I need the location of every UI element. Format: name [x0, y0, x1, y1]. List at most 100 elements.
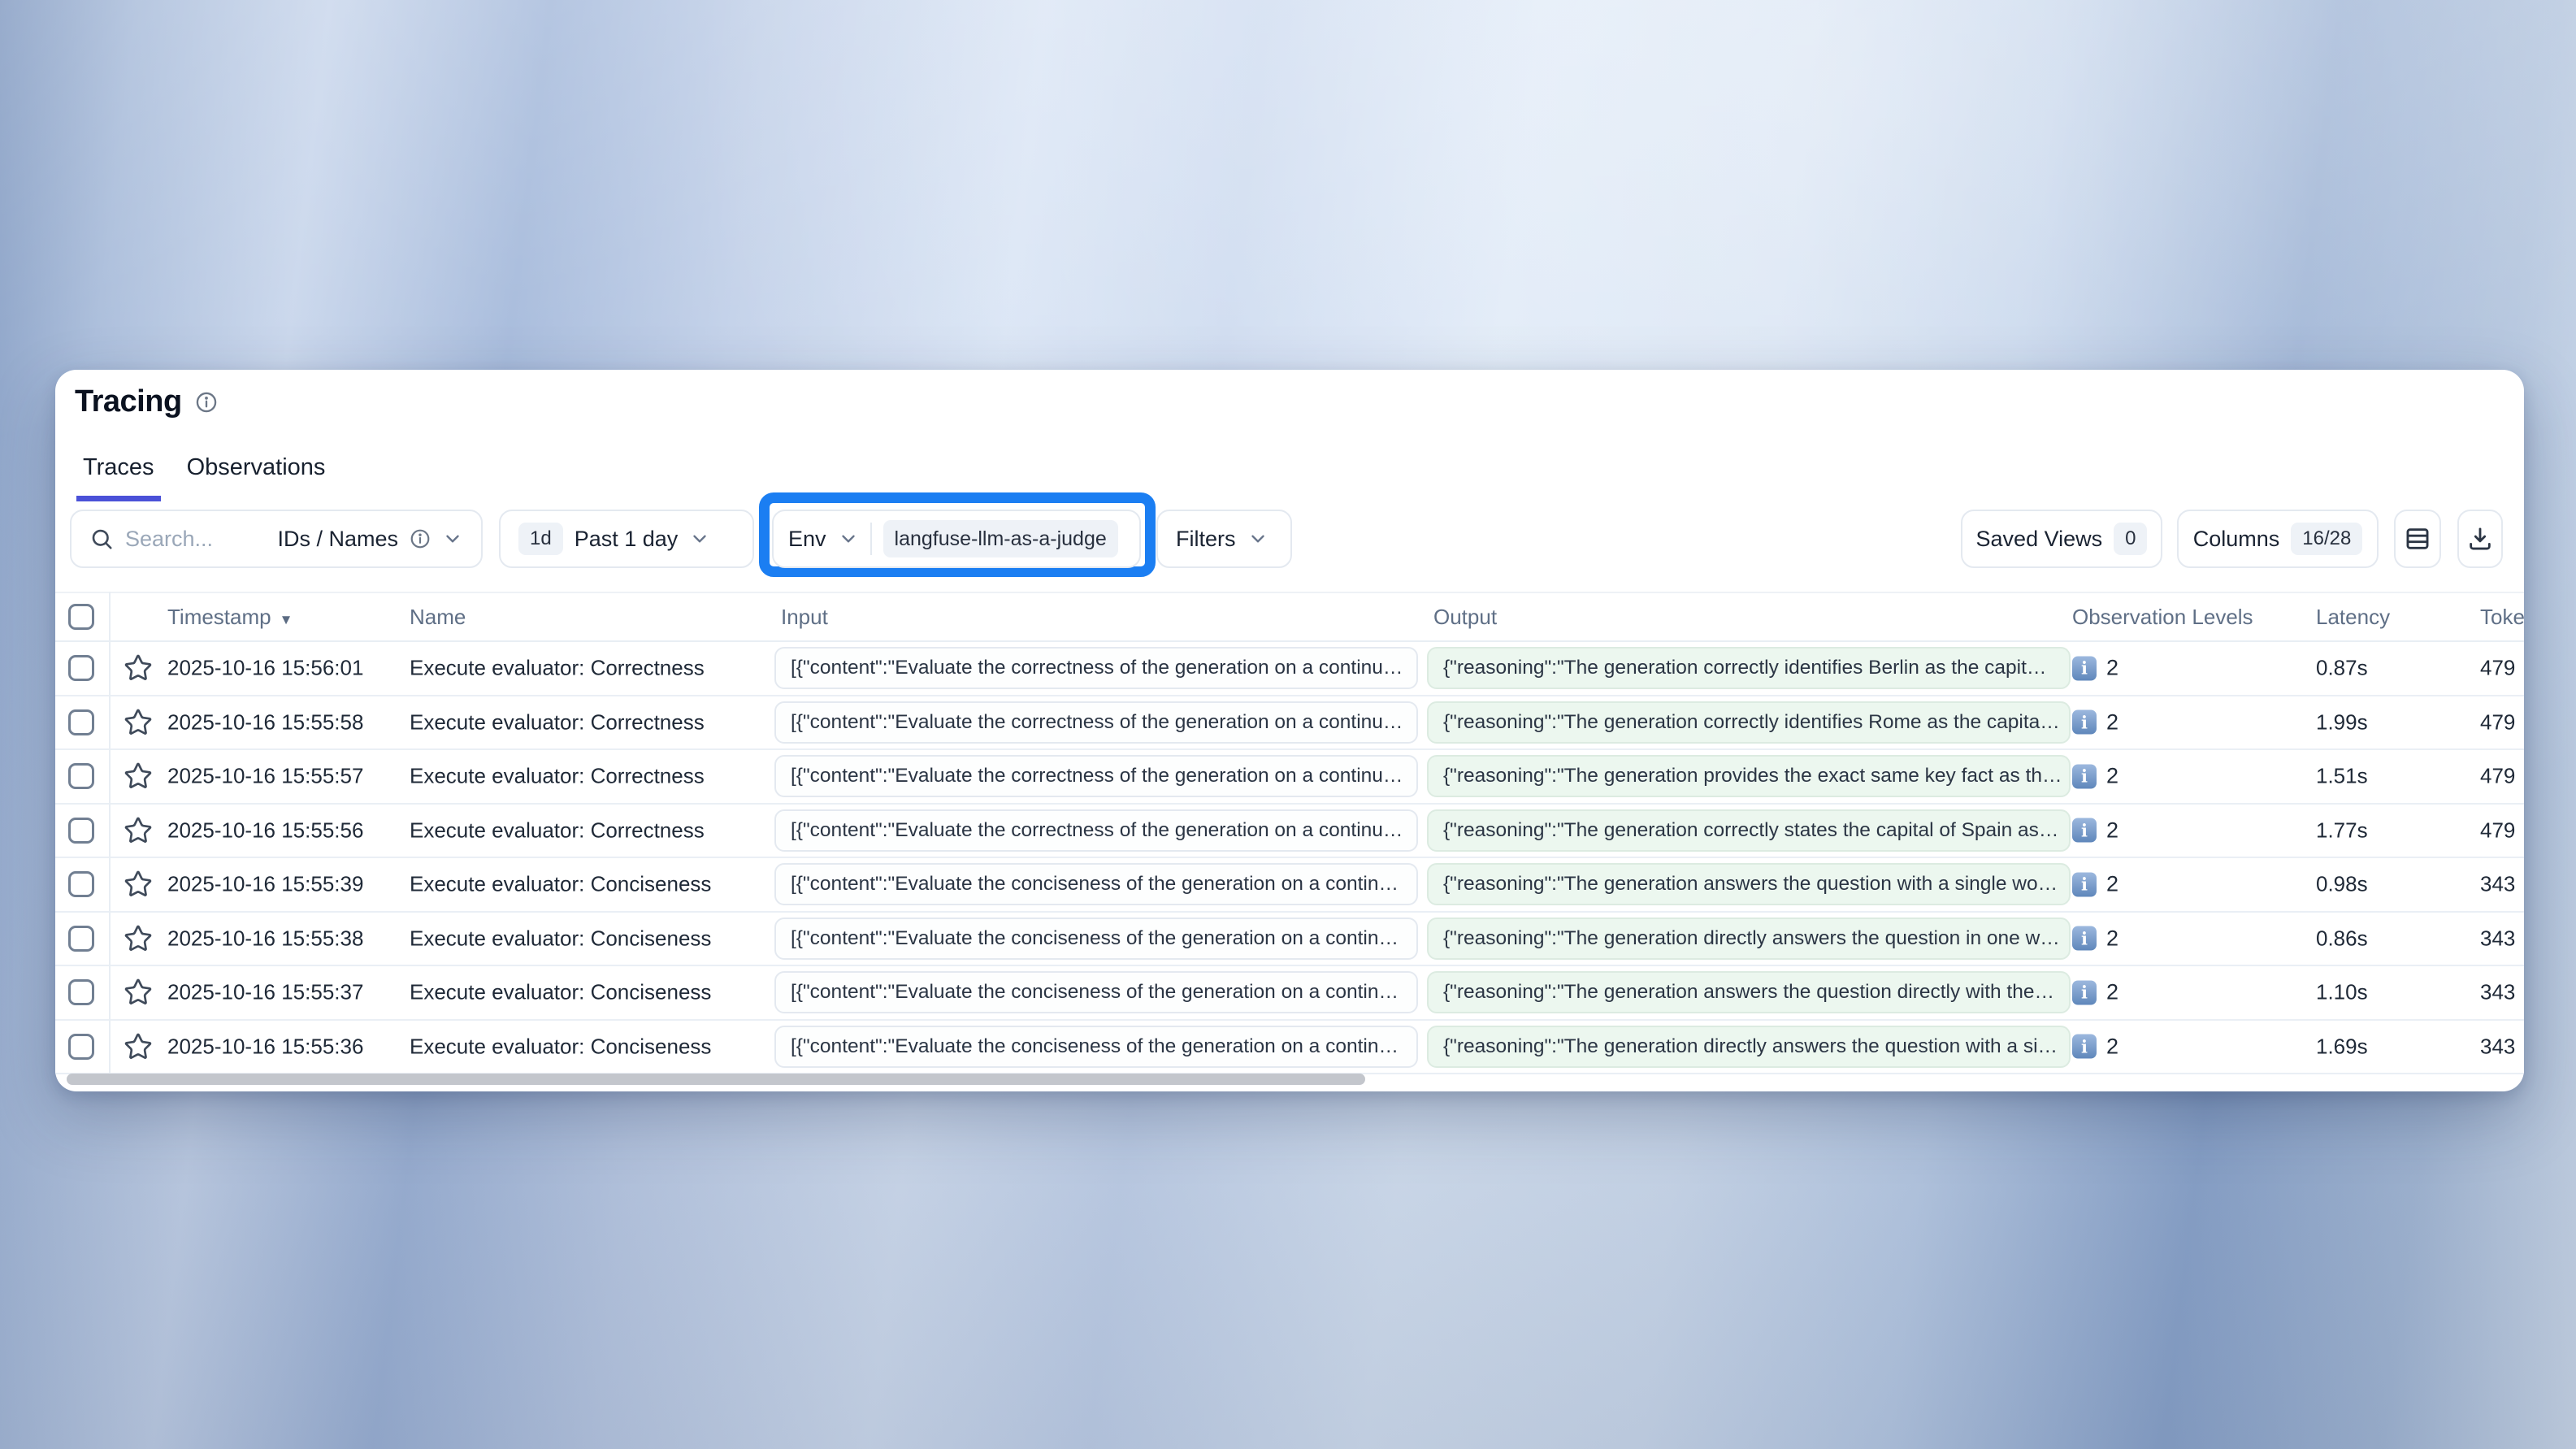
chevron-down-icon: [1247, 528, 1268, 549]
row-checkbox[interactable]: [68, 818, 94, 844]
name-cell: Execute evaluator: Conciseness: [410, 926, 711, 951]
tab-observations[interactable]: Observations: [180, 449, 332, 501]
input-cell[interactable]: [{"content":"Evaluate the correctness of…: [774, 647, 1418, 689]
timestamp-cell: 2025-10-16 15:56:01: [167, 656, 363, 681]
output-cell[interactable]: {"reasoning":"The generation answers the…: [1427, 863, 2071, 905]
observation-levels-cell: i 2: [2072, 764, 2118, 789]
observation-count: 2: [2106, 980, 2118, 1005]
input-cell[interactable]: [{"content":"Evaluate the conciseness of…: [774, 863, 1418, 905]
row-checkbox[interactable]: [68, 1034, 94, 1060]
output-cell[interactable]: {"reasoning":"The generation correctly s…: [1427, 809, 2071, 852]
column-header-timestamp[interactable]: Timestamp▼: [167, 593, 293, 644]
output-cell[interactable]: {"reasoning":"The generation directly an…: [1427, 1026, 2071, 1068]
info-level-icon: i: [2072, 818, 2097, 843]
observation-count: 2: [2106, 926, 2118, 951]
time-range-button[interactable]: 1d Past 1 day: [499, 510, 754, 568]
observation-levels-cell: i 2: [2072, 980, 2118, 1005]
table-row[interactable]: 2025-10-16 15:55:57 Execute evaluator: C…: [55, 750, 2524, 805]
sort-desc-icon: ▼: [280, 612, 293, 627]
output-cell[interactable]: {"reasoning":"The generation correctly i…: [1427, 701, 2071, 744]
output-cell[interactable]: {"reasoning":"The generation provides th…: [1427, 755, 2071, 797]
row-checkbox[interactable]: [68, 871, 94, 897]
table-row[interactable]: 2025-10-16 15:55:56 Execute evaluator: C…: [55, 805, 2524, 859]
input-cell[interactable]: [{"content":"Evaluate the correctness of…: [774, 755, 1418, 797]
input-cell[interactable]: [{"content":"Evaluate the conciseness of…: [774, 918, 1418, 960]
columns-label: Columns: [2193, 527, 2280, 552]
search-input[interactable]: Search... IDs / Names: [70, 510, 483, 568]
table-row[interactable]: 2025-10-16 15:55:36 Execute evaluator: C…: [55, 1021, 2524, 1075]
observation-levels-cell: i 2: [2072, 872, 2118, 897]
star-icon[interactable]: [124, 708, 153, 737]
column-header-tokens[interactable]: Tokens: [2480, 593, 2524, 640]
export-button[interactable]: [2457, 510, 2503, 568]
timestamp-cell: 2025-10-16 15:55:58: [167, 709, 363, 735]
info-level-icon: i: [2072, 764, 2097, 788]
chevron-down-icon: [689, 528, 710, 549]
latency-cell: 1.99s: [2316, 709, 2368, 735]
tab-traces[interactable]: Traces: [76, 449, 161, 501]
column-header-observation-levels[interactable]: Observation Levels: [2072, 593, 2253, 640]
search-scope-label[interactable]: IDs / Names: [277, 527, 398, 552]
tokens-cell: 479 →: [2480, 656, 2524, 681]
input-cell[interactable]: [{"content":"Evaluate the correctness of…: [774, 701, 1418, 744]
observation-levels-cell: i 2: [2072, 926, 2118, 951]
star-icon[interactable]: [124, 1032, 153, 1061]
star-icon[interactable]: [124, 761, 153, 791]
columns-button[interactable]: Columns 16/28: [2177, 510, 2379, 568]
env-filter-button[interactable]: Env langfuse-llm-as-a-judge: [772, 510, 1141, 568]
timestamp-cell: 2025-10-16 15:55:56: [167, 818, 363, 843]
row-checkbox[interactable]: [68, 763, 94, 789]
info-icon[interactable]: [195, 391, 218, 414]
input-cell[interactable]: [{"content":"Evaluate the conciseness of…: [774, 1026, 1418, 1068]
latency-cell: 1.77s: [2316, 818, 2368, 843]
observation-levels-cell: i 2: [2072, 656, 2118, 681]
observation-count: 2: [2106, 709, 2118, 735]
latency-cell: 1.69s: [2316, 1034, 2368, 1059]
download-icon: [2466, 525, 2494, 553]
table-row[interactable]: 2025-10-16 15:55:37 Execute evaluator: C…: [55, 966, 2524, 1021]
info-level-icon: i: [2072, 710, 2097, 735]
input-cell[interactable]: [{"content":"Evaluate the correctness of…: [774, 809, 1418, 852]
output-cell[interactable]: {"reasoning":"The generation answers the…: [1427, 971, 2071, 1013]
star-icon[interactable]: [124, 653, 153, 683]
search-placeholder: Search...: [125, 527, 213, 552]
saved-views-button[interactable]: Saved Views 0: [1961, 510, 2162, 568]
table-row[interactable]: 2025-10-16 15:55:39 Execute evaluator: C…: [55, 858, 2524, 913]
star-icon[interactable]: [124, 870, 153, 899]
info-level-icon: i: [2072, 926, 2097, 951]
row-checkbox[interactable]: [68, 979, 94, 1005]
row-checkbox[interactable]: [68, 926, 94, 952]
input-cell[interactable]: [{"content":"Evaluate the conciseness of…: [774, 971, 1418, 1013]
filters-button[interactable]: Filters: [1156, 510, 1292, 568]
tokens-cell: 479 →: [2480, 818, 2524, 843]
tokens-cell: 343 →: [2480, 980, 2524, 1005]
column-header-name[interactable]: Name: [410, 593, 466, 640]
tokens-cell: 479 →: [2480, 764, 2524, 789]
env-value-badge[interactable]: langfuse-llm-as-a-judge: [883, 520, 1118, 557]
row-checkbox[interactable]: [68, 655, 94, 681]
output-cell[interactable]: {"reasoning":"The generation directly an…: [1427, 918, 2071, 960]
info-level-icon: i: [2072, 656, 2097, 680]
name-cell: Execute evaluator: Conciseness: [410, 980, 711, 1005]
latency-cell: 0.98s: [2316, 872, 2368, 897]
tokens-cell: 343 →: [2480, 926, 2524, 951]
column-header-input[interactable]: Input: [781, 593, 828, 640]
star-icon[interactable]: [124, 978, 153, 1007]
column-header-latency[interactable]: Latency: [2316, 593, 2390, 640]
latency-cell: 1.51s: [2316, 764, 2368, 789]
info-icon: [410, 528, 431, 549]
row-checkbox[interactable]: [68, 709, 94, 735]
tracing-panel: Tracing Traces Observations Search... ID…: [55, 370, 2524, 1091]
search-icon: [89, 527, 114, 551]
table-row[interactable]: 2025-10-16 15:56:01 Execute evaluator: C…: [55, 642, 2524, 696]
star-icon[interactable]: [124, 816, 153, 845]
column-header-output[interactable]: Output: [1433, 593, 1497, 640]
table-row[interactable]: 2025-10-16 15:55:58 Execute evaluator: C…: [55, 696, 2524, 751]
horizontal-scrollbar[interactable]: [67, 1074, 1365, 1085]
output-cell[interactable]: {"reasoning":"The generation correctly i…: [1427, 647, 2071, 689]
star-icon[interactable]: [124, 924, 153, 953]
table-row[interactable]: 2025-10-16 15:55:38 Execute evaluator: C…: [55, 913, 2524, 967]
row-height-button[interactable]: [2394, 510, 2441, 568]
select-all-checkbox[interactable]: [68, 604, 94, 630]
time-shortcut-badge: 1d: [518, 523, 563, 556]
